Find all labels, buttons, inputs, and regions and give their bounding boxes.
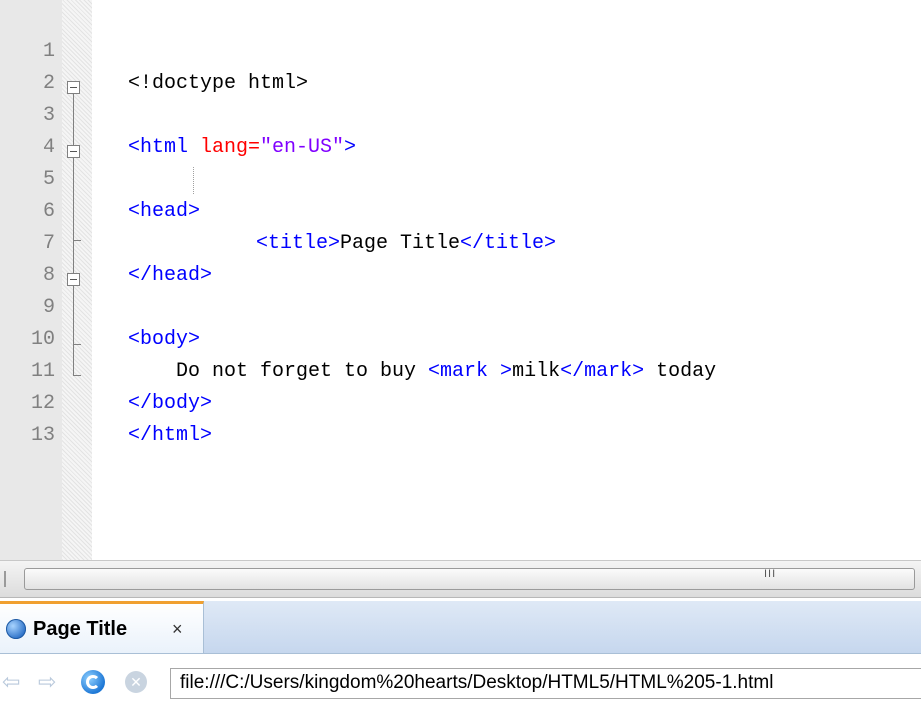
back-arrow-icon[interactable]: ⇦ — [2, 669, 20, 695]
code-text: </html> — [128, 420, 212, 452]
tag-token: </html> — [128, 424, 213, 447]
code-editor[interactable]: 1 <!doctype html> 2 3 <html lang="en-US"… — [0, 0, 921, 560]
close-icon[interactable]: × — [172, 619, 183, 640]
code-line[interactable]: 3 <html lang="en-US"> — [0, 68, 921, 159]
refresh-icon[interactable] — [81, 670, 105, 694]
scrollbar-left-edge — [4, 571, 6, 587]
code-line[interactable]: 1 <!doctype html> — [0, 4, 921, 95]
code-line[interactable]: 12 </html> — [0, 356, 921, 447]
browser-navigation-bar: ⇦ ⇨ ✕ file:///C:/Users/kingdom%20hearts/… — [0, 654, 921, 713]
code-line[interactable]: 2 — [0, 36, 921, 95]
code-line[interactable]: 13 — [0, 388, 921, 447]
line-number: 13 — [30, 424, 55, 447]
browser-tab-bar: Page Title × — [0, 601, 921, 654]
code-line[interactable]: 6 <title>Page Title</title> — [0, 164, 921, 255]
stop-icon[interactable]: ✕ — [125, 671, 147, 693]
browser-globe-icon — [6, 619, 26, 639]
scrollbar-grip-icon: III — [764, 568, 777, 580]
code-line[interactable]: 5 <head> — [0, 132, 921, 223]
tab-label: Page Title — [33, 618, 128, 640]
code-line[interactable]: 7 </head> — [0, 196, 921, 287]
horizontal-scrollbar[interactable]: III — [0, 560, 921, 598]
scrollbar-thumb[interactable] — [24, 568, 915, 590]
address-bar[interactable]: file:///C:/Users/kingdom%20hearts/Deskto… — [170, 668, 921, 699]
address-url: file:///C:/Users/kingdom%20hearts/Deskto… — [180, 672, 774, 693]
tab-page-title[interactable]: Page Title × — [0, 601, 204, 653]
code-line[interactable]: 4 — [0, 100, 921, 159]
code-line[interactable]: 10 Do not forget to buy <mark >milk</mar… — [0, 292, 921, 383]
code-line[interactable]: 8 — [0, 228, 921, 287]
code-line[interactable]: 9 <body> — [0, 260, 921, 351]
forward-arrow-icon[interactable]: ⇨ — [38, 669, 56, 695]
code-line[interactable]: 11 </body> — [0, 324, 921, 415]
